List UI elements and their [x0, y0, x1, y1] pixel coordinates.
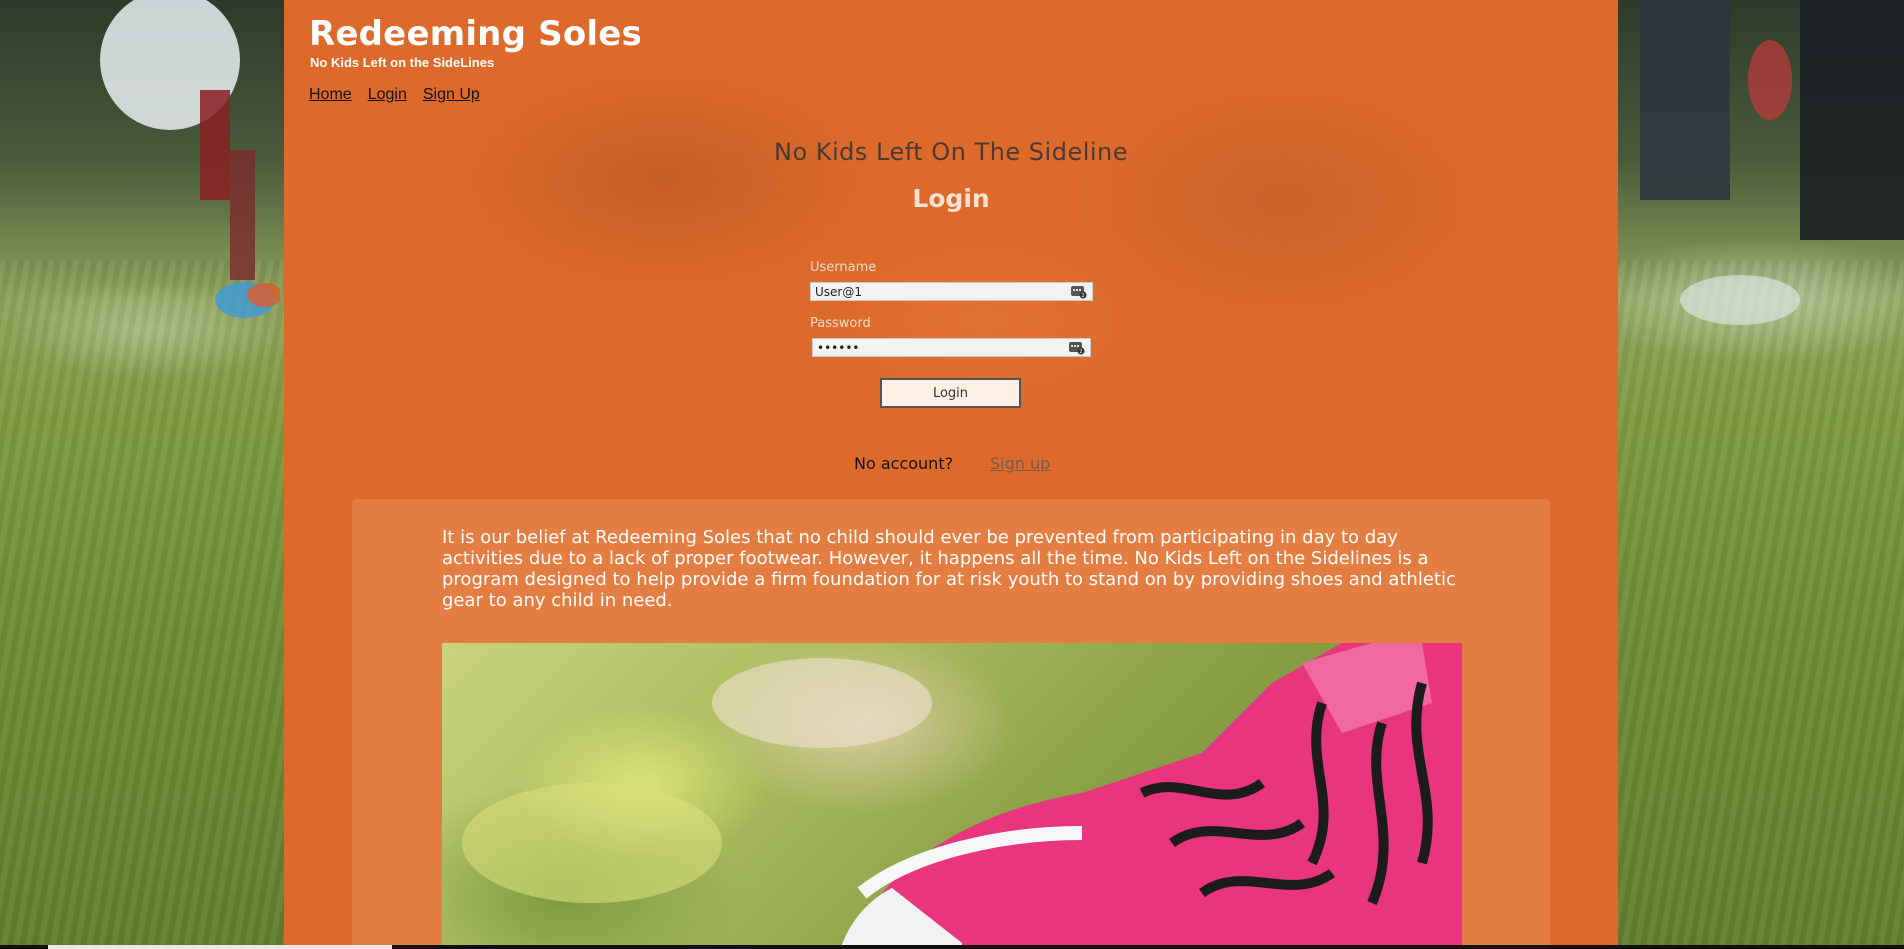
site-tagline: No Kids Left on the SideLines — [310, 55, 495, 70]
mission-paragraph: It is our belief at Redeeming Soles that… — [442, 527, 1456, 611]
shoe-photo — [442, 643, 1462, 949]
password-label: Password — [810, 316, 871, 331]
password-manager-key-icon[interactable]: 2 — [1070, 284, 1087, 299]
login-button[interactable]: Login — [880, 378, 1021, 408]
login-title: Login — [912, 184, 990, 213]
pink-sneaker-illustration — [462, 643, 1462, 949]
nav-login-link[interactable]: Login — [368, 86, 407, 104]
scrollbar-thumb[interactable] — [48, 945, 392, 949]
nav-signup-link[interactable]: Sign Up — [423, 86, 480, 104]
main-nav: Home Login Sign Up — [309, 86, 480, 104]
svg-text:2: 2 — [1079, 349, 1082, 355]
no-account-text: No account? — [854, 454, 954, 473]
nav-home-link[interactable]: Home — [309, 86, 352, 104]
page: { "site": { "brand": "Redeeming Soles", … — [0, 0, 1904, 949]
main-panel: Redeeming Soles No Kids Left on the Side… — [284, 0, 1618, 949]
info-section: It is our belief at Redeeming Soles that… — [352, 499, 1550, 949]
background-player-left — [100, 0, 280, 318]
background-player-right — [1640, 0, 1904, 325]
password-field[interactable] — [812, 338, 1091, 357]
hero-title: No Kids Left On The Sideline — [773, 138, 1129, 166]
site-brand: Redeeming Soles — [309, 14, 642, 54]
username-label: Username — [810, 260, 877, 275]
signup-link[interactable]: Sign up — [990, 454, 1050, 473]
svg-text:2: 2 — [1081, 293, 1084, 299]
panel-background-overlay — [284, 0, 1618, 480]
password-manager-key-icon[interactable]: 2 — [1068, 340, 1085, 355]
username-field[interactable] — [810, 282, 1093, 301]
